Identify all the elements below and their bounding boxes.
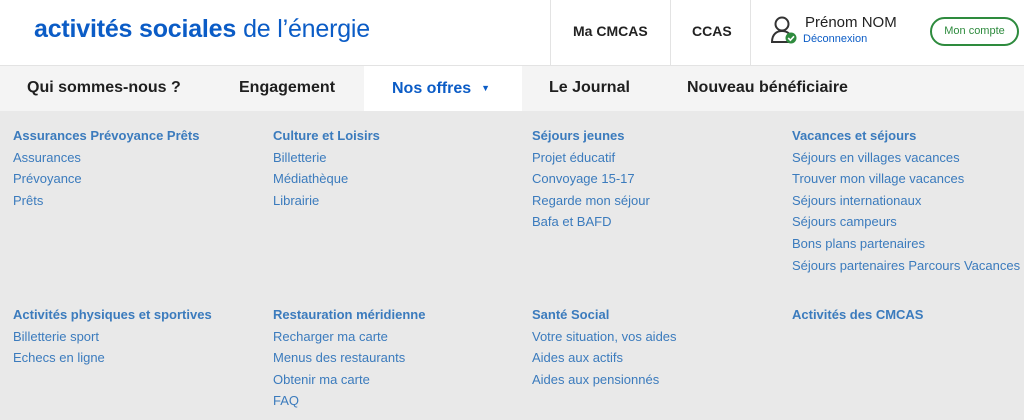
logout-link[interactable]: Déconnexion [803, 33, 867, 45]
menu-link[interactable]: Bafa et BAFD [532, 211, 782, 233]
caret-down-icon: ▼ [481, 83, 491, 93]
menu-column-title[interactable]: Culture et Loisirs [273, 125, 523, 147]
menu-link[interactable]: Echecs en ligne [13, 347, 263, 369]
menu-link[interactable]: Trouver mon village vacances [792, 168, 1022, 190]
user-icon [770, 16, 797, 44]
menu-link[interactable]: Prêts [13, 190, 263, 212]
menu-link[interactable]: Obtenir ma carte [273, 369, 523, 391]
menu-column-sejours-jeunes: Séjours jeunes Projet éducatif Convoyage… [532, 125, 782, 233]
nav-item-nos-offres[interactable]: Nos offres ▼ [364, 66, 522, 111]
header-divider [750, 0, 751, 66]
site-header: activités sociales de l’énergie Ma CMCAS … [0, 0, 1024, 66]
menu-column-activites-cmcas: Activités des CMCAS [792, 304, 1024, 326]
menu-link[interactable]: Billetterie [273, 147, 523, 169]
user-menu[interactable]: Prénom NOM Déconnexion [770, 12, 920, 52]
ma-cmcas-link[interactable]: Ma CMCAS [573, 23, 648, 39]
nav-item-label: Nos offres [392, 80, 472, 97]
menu-link[interactable]: Votre situation, vos aides [532, 326, 782, 348]
menu-column-assurances: Assurances Prévoyance Prêts Assurances P… [13, 125, 263, 211]
user-name: Prénom NOM [805, 14, 897, 31]
menu-link[interactable]: Projet éducatif [532, 147, 782, 169]
menu-link[interactable]: Séjours partenaires Parcours Vacances [792, 255, 1022, 277]
menu-link[interactable]: Billetterie sport [13, 326, 263, 348]
my-account-button[interactable]: Mon compte [930, 17, 1019, 46]
menu-link[interactable]: Regarde mon séjour [532, 190, 782, 212]
menu-link[interactable]: Aides aux actifs [532, 347, 782, 369]
menu-link[interactable]: Convoyage 15-17 [532, 168, 782, 190]
menu-link[interactable]: Prévoyance [13, 168, 263, 190]
menu-column-activites-sportives: Activités physiques et sportives Billett… [13, 304, 263, 369]
header-divider [670, 0, 671, 66]
offers-mega-menu: Assurances Prévoyance Prêts Assurances P… [0, 111, 1024, 420]
nav-item-le-journal[interactable]: Le Journal [532, 66, 647, 111]
nav-item-qui-sommes-nous[interactable]: Qui sommes-nous ? [10, 66, 198, 111]
nav-item-nouveau-beneficiaire[interactable]: Nouveau bénéficiaire [670, 66, 865, 111]
menu-column-title[interactable]: Activités des CMCAS [792, 304, 1024, 326]
menu-link[interactable]: Séjours internationaux [792, 190, 1022, 212]
menu-column-title[interactable]: Assurances Prévoyance Prêts [13, 125, 263, 147]
menu-link[interactable]: Menus des restaurants [273, 347, 523, 369]
menu-column-title[interactable]: Activités physiques et sportives [13, 304, 263, 326]
site-logo[interactable]: activités sociales de l’énergie [34, 15, 370, 44]
menu-column-title[interactable]: Vacances et séjours [792, 125, 1022, 147]
menu-link[interactable]: Aides aux pensionnés [532, 369, 782, 391]
menu-link[interactable]: Librairie [273, 190, 523, 212]
menu-column-vacances: Vacances et séjours Séjours en villages … [792, 125, 1022, 276]
ccas-link[interactable]: CCAS [692, 23, 732, 39]
menu-link[interactable]: Médiathèque [273, 168, 523, 190]
menu-column-culture: Culture et Loisirs Billetterie Médiathèq… [273, 125, 523, 211]
menu-link[interactable]: FAQ [273, 390, 523, 412]
main-nav: Qui sommes-nous ? Engagement Nos offres ▼… [0, 66, 1024, 111]
menu-link[interactable]: Assurances [13, 147, 263, 169]
nav-item-engagement[interactable]: Engagement [222, 66, 352, 111]
logo-light-text: de l’énergie [243, 15, 370, 43]
menu-link[interactable]: Bons plans partenaires [792, 233, 1022, 255]
menu-column-title[interactable]: Restauration méridienne [273, 304, 523, 326]
menu-link[interactable]: Recharger ma carte [273, 326, 523, 348]
menu-column-restauration: Restauration méridienne Recharger ma car… [273, 304, 523, 412]
menu-column-title[interactable]: Séjours jeunes [532, 125, 782, 147]
menu-column-sante-social: Santé Social Votre situation, vos aides … [532, 304, 782, 390]
logo-bold-text: activités sociales [34, 15, 237, 43]
header-divider [550, 0, 551, 66]
menu-column-title[interactable]: Santé Social [532, 304, 782, 326]
menu-link[interactable]: Séjours campeurs [792, 211, 1022, 233]
menu-link[interactable]: Séjours en villages vacances [792, 147, 1022, 169]
